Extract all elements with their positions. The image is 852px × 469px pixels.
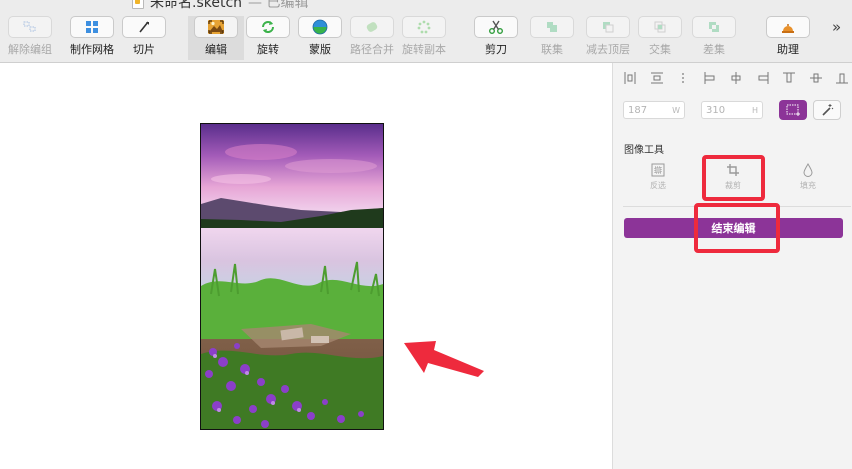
magic-wand-button[interactable] xyxy=(813,100,841,120)
make-grid-label: 制作网格 xyxy=(70,43,114,56)
ungroup-icon xyxy=(8,16,52,38)
slice-label: 切片 xyxy=(133,43,155,56)
edit-image-icon xyxy=(194,16,238,38)
sketch-document-icon xyxy=(132,0,144,9)
intersect-button[interactable]: 交集 xyxy=(632,16,688,60)
distribute-horizontal-icon[interactable] xyxy=(623,71,637,85)
assistant-bell-icon xyxy=(766,16,810,38)
inspector-panel: 187 W 310 H 图像工具 反选 裁剪 填充 结束编辑 xyxy=(612,63,852,469)
rotate-icon xyxy=(246,16,290,38)
align-right-icon[interactable] xyxy=(756,71,770,85)
difference-button[interactable]: 差集 xyxy=(686,16,742,60)
landscape-image[interactable] xyxy=(200,123,384,430)
width-value: 187 xyxy=(628,104,648,116)
rotate-copies-label: 旋转副本 xyxy=(402,43,446,56)
invert-selection-button[interactable]: 反选 xyxy=(638,163,678,191)
finish-editing-highlight-annotation xyxy=(694,203,780,253)
subtract-label: 减去顶层 xyxy=(586,43,630,56)
width-field[interactable]: 187 W xyxy=(623,101,685,119)
union-icon xyxy=(530,16,574,38)
union-button[interactable]: 联集 xyxy=(524,16,580,60)
ungroup-label: 解除编组 xyxy=(8,43,52,56)
crop-highlight-annotation xyxy=(702,155,765,201)
width-unit: W xyxy=(672,105,680,115)
edited-status: — 已编辑 xyxy=(248,0,309,11)
combine-path-icon xyxy=(350,16,394,38)
slice-icon xyxy=(122,16,166,38)
scissors-button[interactable]: 剪刀 xyxy=(468,16,524,60)
rotate-button[interactable]: 旋转 xyxy=(240,16,296,60)
fill-button[interactable]: 填充 xyxy=(788,163,828,191)
ungroup-button[interactable]: 解除编组 xyxy=(2,16,58,60)
align-left-icon[interactable] xyxy=(703,71,717,85)
scissors-icon xyxy=(474,16,518,38)
image-tools-title: 图像工具 xyxy=(624,145,664,156)
subtract-button[interactable]: 减去顶层 xyxy=(580,16,636,60)
union-label: 联集 xyxy=(541,43,563,56)
assistant-button[interactable]: 助理 xyxy=(760,16,816,60)
align-top-icon[interactable] xyxy=(782,71,796,85)
align-bottom-icon[interactable] xyxy=(835,71,849,85)
toolbar: 解除编组 制作网格 切片 编辑 旋转 蒙版 路径合并 旋转副本 剪刀 联集 减去… xyxy=(0,12,852,63)
rotate-copies-icon xyxy=(402,16,446,38)
edit-label: 编辑 xyxy=(205,43,227,56)
fill-drop-icon xyxy=(803,163,813,177)
align-middle-vertical-icon[interactable] xyxy=(809,71,823,85)
combine-path-label: 路径合并 xyxy=(350,43,394,56)
align-center-horizontal-icon[interactable] xyxy=(729,71,743,85)
magic-wand-icon xyxy=(822,104,834,116)
slice-button[interactable]: 切片 xyxy=(116,16,172,60)
mask-icon xyxy=(298,16,342,38)
rotate-label: 旋转 xyxy=(257,43,279,56)
scissors-label: 剪刀 xyxy=(485,43,507,56)
more-options-icon[interactable] xyxy=(676,71,690,85)
edit-button[interactable]: 编辑 xyxy=(188,16,244,60)
marquee-select-icon xyxy=(786,104,800,116)
make-grid-button[interactable]: 制作网格 xyxy=(64,16,120,60)
red-arrow-annotation xyxy=(404,341,484,377)
window-title: 未命名.sketch — 已编辑 xyxy=(132,0,308,12)
rotate-copies-button[interactable]: 旋转副本 xyxy=(396,16,452,60)
invert-selection-icon xyxy=(651,163,665,177)
distribute-vertical-icon[interactable] xyxy=(650,71,664,85)
canvas[interactable] xyxy=(0,63,612,469)
height-unit: H xyxy=(751,105,758,115)
height-field[interactable]: 310 H xyxy=(701,101,763,119)
invert-selection-label: 反选 xyxy=(650,181,666,190)
make-grid-icon xyxy=(70,16,114,38)
document-name: 未命名.sketch xyxy=(150,0,243,11)
toolbar-overflow-icon[interactable]: » xyxy=(832,18,841,36)
intersect-label: 交集 xyxy=(649,43,671,56)
assistant-label: 助理 xyxy=(777,43,799,56)
alignment-toolbar xyxy=(623,69,849,87)
title-bar: 未命名.sketch — 已编辑 xyxy=(0,0,852,12)
mask-label: 蒙版 xyxy=(309,43,331,56)
fill-label: 填充 xyxy=(800,181,816,190)
difference-label: 差集 xyxy=(703,43,725,56)
subtract-icon xyxy=(586,16,630,38)
height-value: 310 xyxy=(706,104,726,116)
intersect-icon xyxy=(638,16,682,38)
combine-path-button[interactable]: 路径合并 xyxy=(344,16,400,60)
difference-icon xyxy=(692,16,736,38)
rectangle-select-button[interactable] xyxy=(779,100,807,120)
mask-button[interactable]: 蒙版 xyxy=(292,16,348,60)
